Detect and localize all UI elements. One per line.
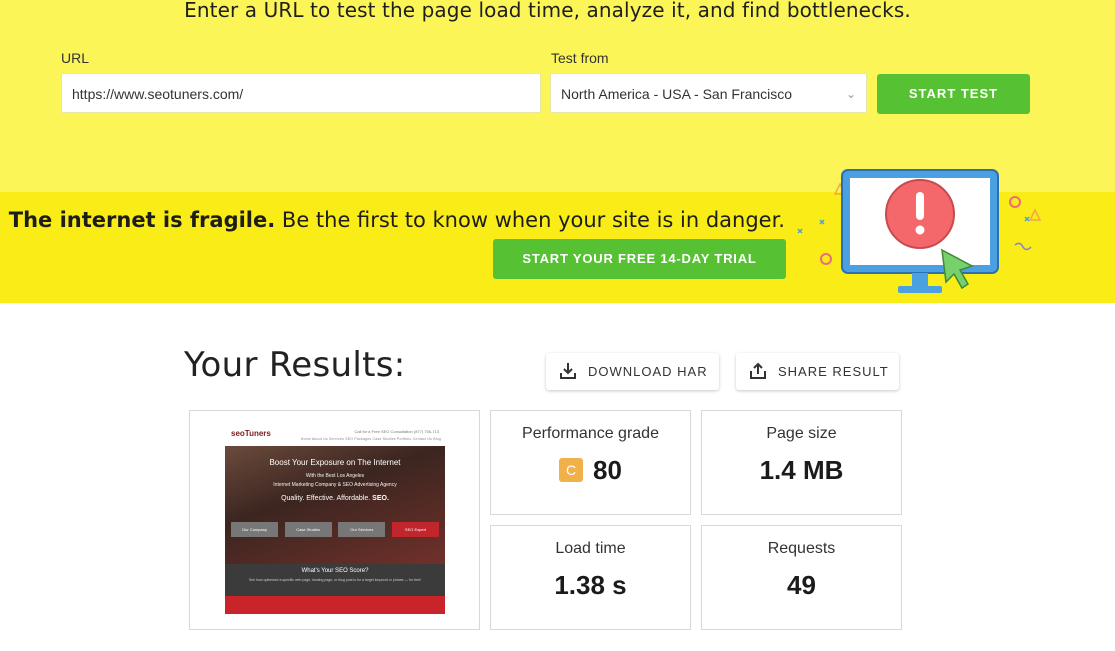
screenshot-footer-bar: [225, 596, 445, 614]
screenshot-sub2: Internet Marketing Company & SEO Adverti…: [273, 482, 397, 488]
performance-grade-value-row: C 80: [491, 455, 690, 486]
alert-monitor-illustration: [797, 169, 1042, 293]
screenshot-score-title: What's Your SEO Score?: [301, 568, 369, 574]
screenshot-score-desc: See how optimized a specific web page, l…: [248, 578, 422, 582]
share-result-label: SHARE RESULT: [778, 364, 889, 379]
screenshot-score-section: What's Your SEO Score? See how optimized…: [225, 564, 445, 596]
hero-headline: Enter a URL to test the page load time, …: [184, 0, 911, 22]
screenshot-hero: Boost Your Exposure on The Internet With…: [225, 446, 445, 564]
screenshot-btn-company: Our Company: [231, 522, 278, 537]
test-from-label: Test from: [551, 50, 609, 66]
page-screenshot-card: seoTuners Call for a Free SEO Consultati…: [189, 410, 480, 630]
start-test-button[interactable]: START TEST: [877, 74, 1030, 114]
download-har-label: DOWNLOAD HAR: [588, 364, 708, 379]
performance-grade-value: 80: [593, 455, 622, 485]
screenshot-buttons: Our Company Case Studies Our Services SE…: [231, 522, 439, 537]
screenshot-nav: Home About Us Services SEO Packages Case…: [300, 437, 441, 441]
results-title: Your Results:: [184, 345, 406, 385]
page-size-value: 1.4 MB: [759, 455, 844, 485]
load-time-card: Load time 1.38 s: [490, 525, 691, 630]
load-time-label: Load time: [555, 540, 626, 557]
screenshot-header: seoTuners Call for a Free SEO Consultati…: [225, 426, 445, 446]
page-size-card: Page size 1.4 MB: [701, 410, 902, 515]
test-location-value: North America - USA - San Francisco: [561, 86, 793, 102]
screenshot-call-text: Call for a Free SEO Consultation (877) 7…: [354, 429, 440, 434]
download-icon: [560, 363, 576, 379]
performance-grade-card: Performance grade C 80: [490, 410, 691, 515]
requests-label: Requests: [767, 540, 836, 557]
requests-value: 49: [787, 570, 816, 600]
screenshot-btn-cases: Case Studies: [284, 522, 332, 537]
screenshot-btn-expert: SEO Expert: [391, 522, 439, 537]
screenshot-btn-services: Our Services: [338, 522, 386, 537]
url-label: URL: [61, 50, 90, 66]
banner-message: The internet is fragile. Be the first to…: [9, 208, 785, 232]
screenshot-logo: seoTuners: [231, 429, 271, 438]
share-icon: [750, 362, 766, 379]
load-time-value: 1.38 s: [554, 570, 627, 600]
share-result-button[interactable]: SHARE RESULT: [736, 353, 899, 390]
performance-grade-label: Performance grade: [522, 425, 659, 442]
screenshot-sub1: With the Best Los Angeles: [305, 473, 365, 479]
screenshot-tagline-2: SEO.: [372, 495, 389, 502]
chevron-down-icon: ⌄: [845, 87, 856, 101]
trial-banner: The internet is fragile. Be the first to…: [0, 169, 1115, 303]
grade-badge: C: [559, 458, 584, 482]
url-input[interactable]: https://www.seotuners.com/: [61, 73, 541, 113]
banner-rest-text: Be the first to know when your site is i…: [275, 208, 785, 232]
requests-card: Requests 49: [701, 525, 902, 630]
page-size-label: Page size: [766, 425, 837, 442]
banner-bold-text: The internet is fragile.: [8, 208, 276, 232]
page-screenshot: seoTuners Call for a Free SEO Consultati…: [225, 426, 445, 614]
screenshot-headline: Boost Your Exposure on The Internet: [269, 458, 401, 467]
download-har-button[interactable]: DOWNLOAD HAR: [546, 353, 719, 390]
test-location-select[interactable]: North America - USA - San Francisco ⌄: [550, 73, 867, 113]
screenshot-tagline: Quality. Effective. Affordable. SEO.: [225, 495, 445, 502]
start-trial-button[interactable]: START YOUR FREE 14-DAY TRIAL: [493, 239, 786, 279]
screenshot-tagline-1: Quality. Effective. Affordable.: [281, 495, 371, 502]
